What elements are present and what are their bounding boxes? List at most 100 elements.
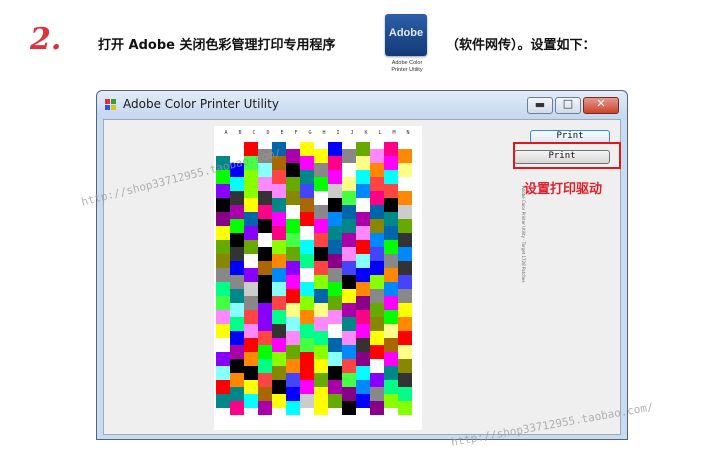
color-patch — [356, 394, 370, 408]
window-title: Adobe Color Printer Utility — [123, 97, 279, 111]
color-patch — [384, 394, 398, 408]
color-patch — [216, 352, 230, 366]
maximize-button[interactable]: □ — [555, 97, 581, 114]
color-patch — [272, 310, 286, 324]
color-patch — [230, 191, 244, 205]
color-patch — [384, 198, 398, 212]
color-patch — [216, 254, 230, 268]
color-patch — [356, 366, 370, 380]
color-patch — [370, 331, 384, 345]
color-patch — [342, 163, 356, 177]
color-patch — [258, 191, 272, 205]
color-target-preview: A B C D E F G H I J K L M N Adobe Color Printer Utili… — [214, 126, 526, 430]
color-patch — [314, 331, 328, 345]
color-patch — [300, 310, 314, 324]
color-patch — [356, 268, 370, 282]
color-patch — [286, 359, 300, 373]
color-patch — [258, 373, 272, 387]
color-patch — [370, 317, 384, 331]
color-patch — [328, 142, 342, 156]
color-patch — [342, 275, 356, 289]
color-patch — [384, 240, 398, 254]
color-patch — [356, 296, 370, 310]
color-patch — [216, 324, 230, 338]
color-patch — [286, 289, 300, 303]
color-patch — [258, 219, 272, 233]
color-patch — [356, 352, 370, 366]
color-patch — [398, 373, 412, 387]
color-patch — [328, 282, 342, 296]
color-patch — [272, 380, 286, 394]
color-patch — [314, 345, 328, 359]
color-patch — [356, 254, 370, 268]
color-patch — [328, 254, 342, 268]
window-titlebar[interactable]: Adobe Color Printer Utility ▬ □ ✕ — [97, 91, 627, 119]
color-patch — [398, 219, 412, 233]
color-patch — [356, 142, 370, 156]
color-patch — [244, 296, 258, 310]
color-patch — [370, 261, 384, 275]
color-patch — [300, 240, 314, 254]
color-patch — [398, 345, 412, 359]
color-patch — [300, 296, 314, 310]
color-patch — [328, 226, 342, 240]
color-patch — [216, 380, 230, 394]
color-patch — [272, 394, 286, 408]
color-patch — [244, 170, 258, 184]
color-patch — [272, 352, 286, 366]
chart-column-header: D — [266, 130, 270, 136]
color-patch — [398, 289, 412, 303]
color-patch — [314, 317, 328, 331]
color-patch — [370, 401, 384, 415]
chart-column-header: J — [350, 130, 354, 136]
close-button[interactable]: ✕ — [583, 97, 619, 114]
color-patch — [314, 177, 328, 191]
color-patch — [244, 380, 258, 394]
color-patch — [272, 198, 286, 212]
color-patch — [398, 275, 412, 289]
color-patch — [370, 149, 384, 163]
color-patch — [328, 198, 342, 212]
color-patch — [272, 226, 286, 240]
color-patch — [370, 289, 384, 303]
color-patch — [216, 184, 230, 198]
color-patch — [370, 387, 384, 401]
color-patch — [244, 338, 258, 352]
color-patch — [314, 275, 328, 289]
color-patch — [328, 324, 342, 338]
color-patch — [342, 401, 356, 415]
minimize-button[interactable]: ▬ — [527, 97, 553, 114]
color-patch — [384, 310, 398, 324]
color-patch — [258, 317, 272, 331]
color-patch — [398, 303, 412, 317]
color-patch — [272, 282, 286, 296]
color-patch — [342, 289, 356, 303]
color-patch — [398, 401, 412, 415]
color-patch — [230, 373, 244, 387]
annotation-text: 设置打印驱动 — [524, 182, 603, 197]
color-patch — [300, 212, 314, 226]
color-patch — [384, 254, 398, 268]
color-patch — [342, 149, 356, 163]
color-patch — [286, 149, 300, 163]
color-patch — [216, 226, 230, 240]
chart-column-header: B — [238, 130, 242, 136]
chart-column-header: L — [378, 130, 382, 136]
color-patch — [244, 282, 258, 296]
color-patch — [258, 163, 272, 177]
color-patch — [342, 233, 356, 247]
color-patch — [230, 359, 244, 373]
color-patch — [342, 345, 356, 359]
color-patch — [272, 296, 286, 310]
color-patch — [356, 324, 370, 338]
color-patch — [342, 317, 356, 331]
color-patch — [314, 205, 328, 219]
color-patch — [356, 170, 370, 184]
color-patch — [286, 345, 300, 359]
color-patch — [328, 156, 342, 170]
color-patch — [356, 380, 370, 394]
color-patch — [342, 191, 356, 205]
color-patch — [384, 170, 398, 184]
color-patch — [216, 142, 230, 156]
color-patch — [356, 226, 370, 240]
